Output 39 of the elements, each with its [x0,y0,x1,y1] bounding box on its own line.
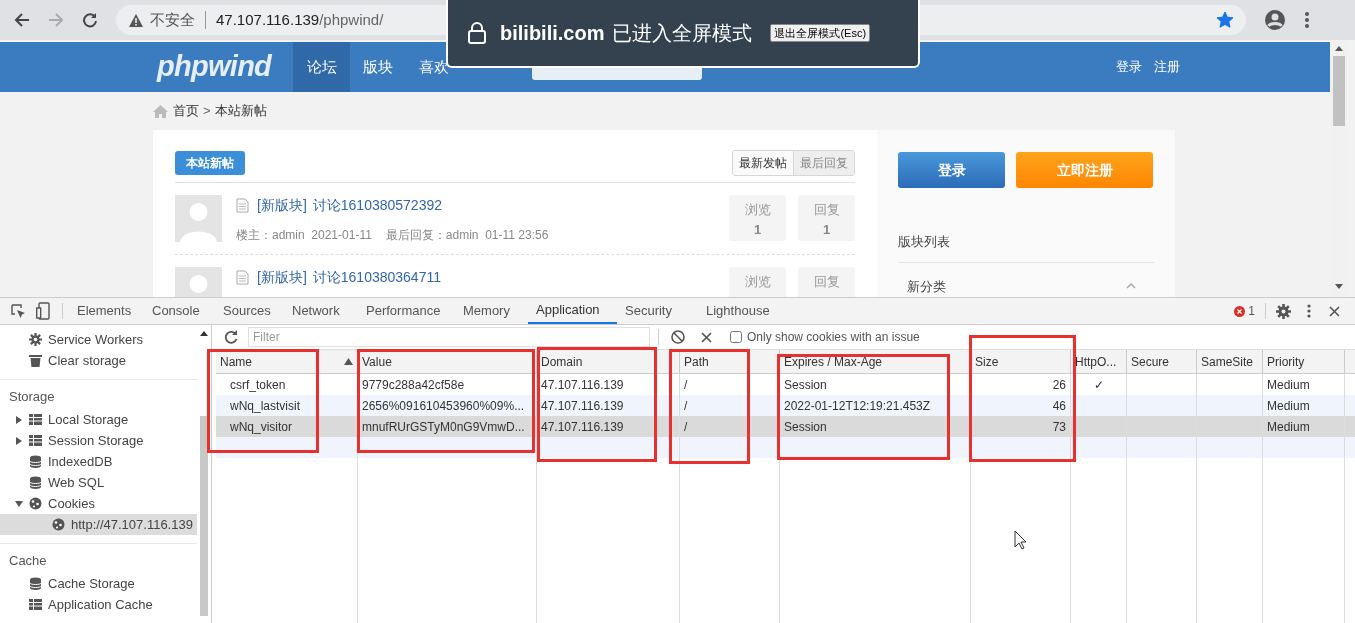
table-cell-text: 2656%091610453960%09%... [362,397,525,415]
table-cell-text: 47.107.116.139 [541,376,624,394]
table-cell-text: Session [784,376,827,394]
stat-label: 浏览 [744,201,771,219]
table-cell-text: wNq_visitor [230,418,292,436]
post-last-reply: 最后回复：admin 01-11 23:56 [385,227,549,244]
table-cell-text: / [684,418,688,436]
list-title-tag: 本站新帖 [175,151,245,175]
breadcrumb-current: 本站新帖 [214,102,267,121]
reply-count: 1 [822,220,831,239]
table-cell-text: Medium [1267,418,1310,436]
table-cell-text: 26 [1052,376,1066,394]
checkbox-label: Only show cookies with an issue [747,329,920,346]
breadcrumb-separator: > [203,102,211,121]
table-cell-text: mnufRUrGSTyM0nG9VmwD... [362,418,525,436]
table-cell-text: Session [784,418,827,436]
table-cell-text: / [684,376,688,394]
stat-label: 回复 [813,201,840,219]
stat-label: 浏览 [744,273,771,291]
table-cell-text: Medium [1267,397,1310,415]
table-cell-text: 47.107.116.139 [541,418,624,436]
table-cell-text: wNq_lastvisit [230,397,301,415]
table-cell-text: 2022-01-12T12:19:21.453Z [784,397,931,415]
url-text: 47.107.116.139/phpwind/ [216,9,384,30]
table-cell-text: ✓ [1093,376,1104,394]
category-label: 新分类 [907,277,946,296]
post-author: 楼主：admin 2021-01-11 [236,227,372,244]
section-heading: 版块列表 [898,232,1154,263]
table-cell-text: 46 [1052,397,1066,415]
view-count: 1 [753,220,762,239]
table-cell-text: / [684,397,688,415]
stat-label: 回复 [813,273,840,291]
table-cell-text: 9779c288a42cf58e [362,376,465,394]
table-cell-text: 47.107.116.139 [541,397,624,415]
table-cell-text: Medium [1267,376,1310,394]
table-cell-text: 73 [1052,418,1066,436]
table-cell-text: csrf_token [230,376,286,394]
security-label: 不安全 [150,9,195,30]
notice-text: bilibili.com 已进入全屏模式 [500,21,753,46]
